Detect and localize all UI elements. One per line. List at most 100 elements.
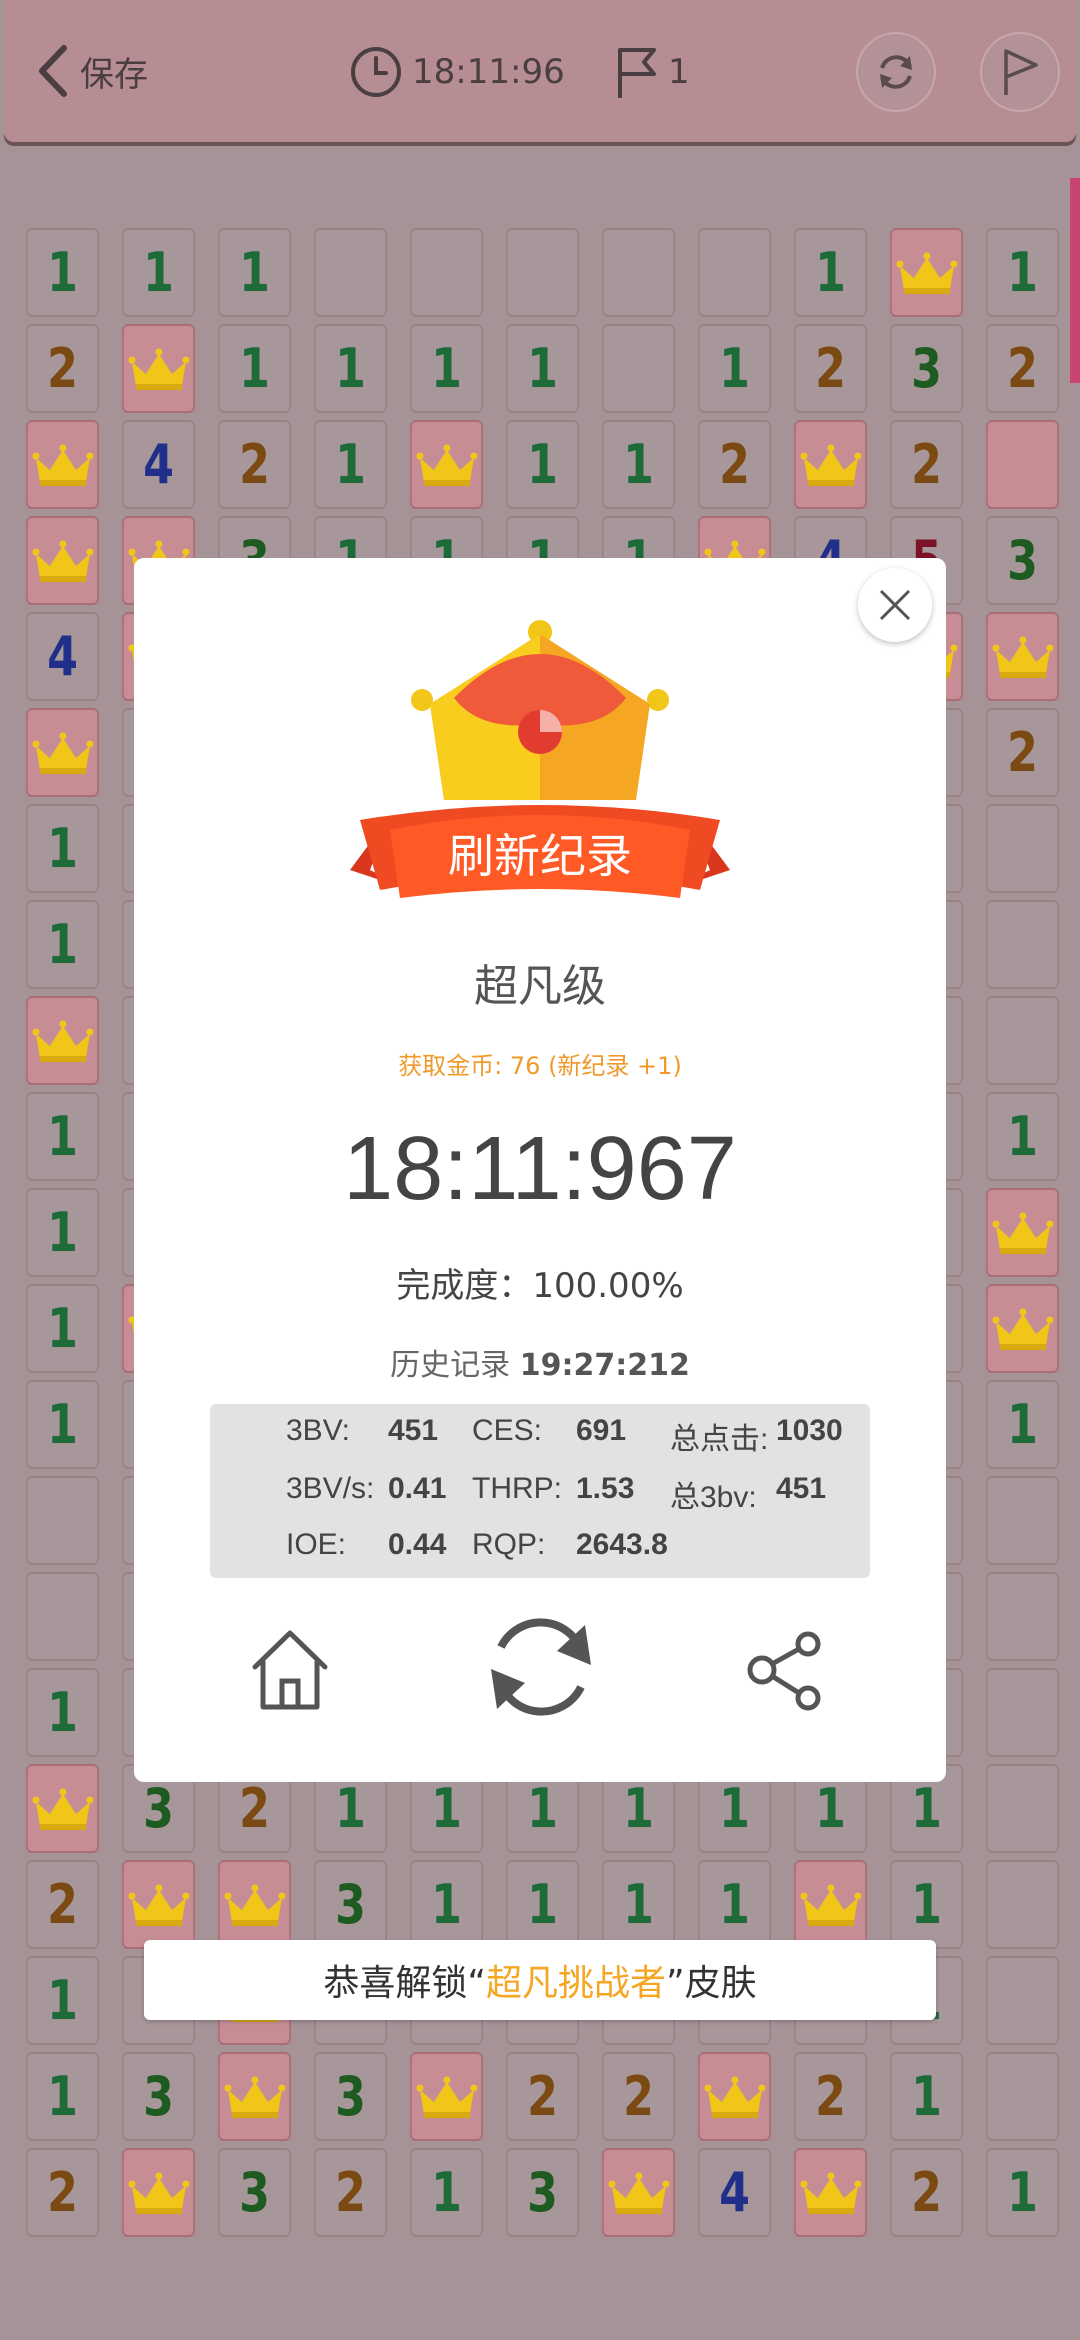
cell-number[interactable]: 1	[218, 324, 291, 413]
cell-number[interactable]: 1	[986, 1380, 1059, 1469]
cell-number[interactable]: 1	[26, 1284, 99, 1373]
cell-number[interactable]: 1	[26, 1092, 99, 1181]
home-button[interactable]	[240, 1620, 340, 1720]
cell-crown-mine[interactable]	[26, 996, 99, 1085]
cell-number[interactable]: 1	[794, 228, 867, 317]
cell-number[interactable]: 3	[218, 2148, 291, 2237]
cell-crown-mine[interactable]	[794, 420, 867, 509]
cell-number[interactable]: 2	[26, 1860, 99, 1949]
cell-number[interactable]: 4	[698, 2148, 771, 2237]
cell-number[interactable]: 2	[794, 2052, 867, 2141]
cell-crown-mine[interactable]	[122, 324, 195, 413]
cell-empty[interactable]	[314, 228, 387, 317]
cell-number[interactable]: 3	[890, 324, 963, 413]
cell-number[interactable]: 2	[314, 2148, 387, 2237]
cell-number[interactable]: 3	[314, 2052, 387, 2141]
cell-number[interactable]: 1	[26, 2052, 99, 2141]
cell-number[interactable]: 2	[890, 420, 963, 509]
cell-empty[interactable]	[698, 228, 771, 317]
cell-number[interactable]: 2	[26, 2148, 99, 2237]
cell-number[interactable]: 1	[218, 228, 291, 317]
cell-empty[interactable]	[986, 1860, 1059, 1949]
cell-crown-mine[interactable]	[890, 228, 963, 317]
cell-number[interactable]: 1	[26, 1956, 99, 2045]
cell-number[interactable]: 1	[506, 324, 579, 413]
cell-number[interactable]: 1	[410, 1860, 483, 1949]
cell-number[interactable]: 2	[986, 708, 1059, 797]
cell-crown-mine[interactable]	[122, 1860, 195, 1949]
cell-empty[interactable]	[986, 2052, 1059, 2141]
cell-empty[interactable]	[986, 1668, 1059, 1757]
cell-number[interactable]: 1	[26, 1380, 99, 1469]
cell-number[interactable]: 1	[410, 2148, 483, 2237]
cell-crown-mine[interactable]	[986, 612, 1059, 701]
cell-number[interactable]: 2	[506, 2052, 579, 2141]
cell-empty[interactable]	[602, 324, 675, 413]
cell-crown-mine[interactable]	[986, 1188, 1059, 1277]
cell-number[interactable]: 2	[26, 324, 99, 413]
cell-empty[interactable]	[986, 1476, 1059, 1565]
flag-mode-button[interactable]	[980, 32, 1060, 112]
cell-number[interactable]: 4	[122, 420, 195, 509]
cell-empty[interactable]	[986, 1956, 1059, 2045]
cell-number[interactable]: 2	[986, 324, 1059, 413]
cell-number[interactable]: 1	[314, 324, 387, 413]
cell-crown-mine[interactable]	[698, 2052, 771, 2141]
replay-button[interactable]	[474, 1600, 608, 1734]
cell-empty[interactable]	[986, 996, 1059, 1085]
cell-number[interactable]: 1	[890, 1860, 963, 1949]
cell-number[interactable]: 1	[506, 1860, 579, 1949]
cell-crown-mine[interactable]	[122, 2148, 195, 2237]
cell-empty[interactable]	[986, 1764, 1059, 1853]
cell-crown-mine[interactable]	[26, 1764, 99, 1853]
cell-crown-mine[interactable]	[26, 420, 99, 509]
cell-empty[interactable]	[986, 1572, 1059, 1661]
back-save-button[interactable]: 保存	[32, 38, 148, 104]
cell-number[interactable]: 1	[122, 228, 195, 317]
cell-crown-mine[interactable]	[602, 2148, 675, 2237]
cell-number[interactable]: 1	[986, 2148, 1059, 2237]
cell-empty[interactable]	[986, 804, 1059, 893]
cell-number[interactable]: 1	[698, 1860, 771, 1949]
cell-crown-mine[interactable]	[794, 2148, 867, 2237]
cell-crown-mine[interactable]	[218, 2052, 291, 2141]
cell-number[interactable]: 1	[26, 1668, 99, 1757]
cell-number[interactable]: 1	[26, 1188, 99, 1277]
cell-number[interactable]: 1	[986, 228, 1059, 317]
cell-crown-mine[interactable]	[218, 1860, 291, 1949]
cell-number[interactable]: 1	[314, 420, 387, 509]
cell-number[interactable]: 1	[26, 228, 99, 317]
cell-crown-mine[interactable]	[410, 420, 483, 509]
share-button[interactable]	[738, 1622, 834, 1718]
cell-number[interactable]: 1	[698, 324, 771, 413]
cell-number[interactable]: 1	[890, 2052, 963, 2141]
cell-number[interactable]: 2	[890, 2148, 963, 2237]
cell-number[interactable]: 1	[26, 900, 99, 989]
cell-crown-mine[interactable]	[410, 2052, 483, 2141]
cell-empty[interactable]	[602, 228, 675, 317]
cell-crown-mine[interactable]	[794, 1860, 867, 1949]
cell-number[interactable]: 2	[218, 420, 291, 509]
cell-number[interactable]: 1	[410, 324, 483, 413]
cell-empty[interactable]	[506, 228, 579, 317]
cell-number[interactable]: 2	[794, 324, 867, 413]
cell-number[interactable]: 3	[314, 1860, 387, 1949]
cell-number[interactable]: 1	[26, 804, 99, 893]
cell-number[interactable]: 3	[122, 2052, 195, 2141]
cell-number[interactable]: 1	[602, 420, 675, 509]
cell-number[interactable]: 4	[26, 612, 99, 701]
close-modal-button[interactable]	[858, 568, 932, 642]
cell-number[interactable]: 1	[506, 420, 579, 509]
cell-number[interactable]: 1	[986, 1092, 1059, 1181]
cell-number[interactable]: 2	[602, 2052, 675, 2141]
cell-number[interactable]: 3	[506, 2148, 579, 2237]
cell-empty[interactable]	[26, 1476, 99, 1565]
cell-empty[interactable]	[986, 900, 1059, 989]
cell-crown-mine[interactable]	[986, 1284, 1059, 1373]
cell-number[interactable]: 2	[698, 420, 771, 509]
cell-number[interactable]: 1	[602, 1860, 675, 1949]
cell-number[interactable]: 3	[986, 516, 1059, 605]
restart-button[interactable]	[856, 32, 936, 112]
cell-empty[interactable]	[410, 228, 483, 317]
cell-unopened[interactable]	[986, 420, 1059, 509]
